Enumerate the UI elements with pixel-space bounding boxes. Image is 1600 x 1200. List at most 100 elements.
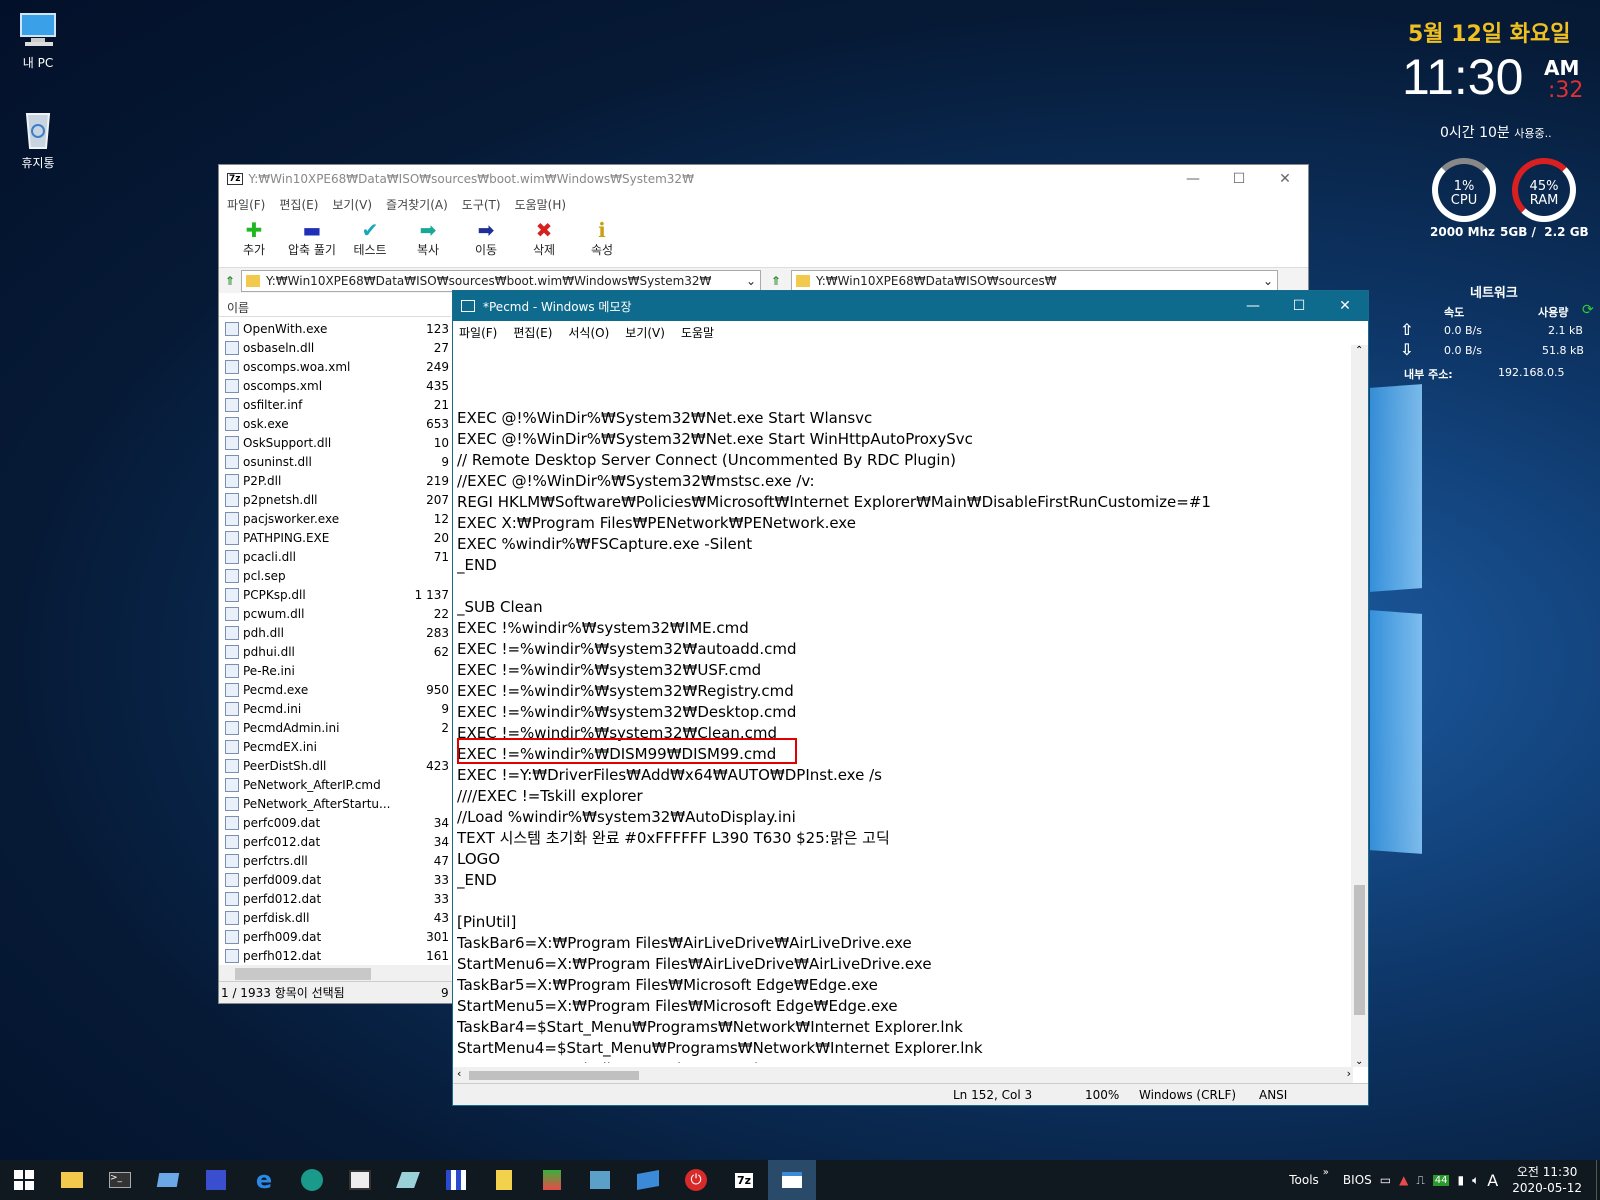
file-row[interactable]: OpenWith.exe 123 — [219, 319, 451, 338]
file-row[interactable]: perfctrs.dll 47 — [219, 851, 451, 870]
close-button[interactable]: ✕ — [1322, 292, 1368, 320]
ime-indicator[interactable]: A — [1487, 1171, 1498, 1190]
file-row[interactable]: PecmdAdmin.ini 2 — [219, 718, 451, 737]
file-row[interactable]: perfh012.dat 161 — [219, 946, 451, 965]
refresh-icon[interactable]: ⟳ — [1582, 302, 1594, 318]
close-button[interactable]: ✕ — [1262, 165, 1308, 193]
menu-format[interactable]: 서식(O) — [568, 324, 609, 341]
menu-edit[interactable]: 편집(E) — [279, 196, 318, 213]
menu-tools[interactable]: 도구(T) — [462, 196, 501, 213]
scroll-right-icon[interactable]: › — [1347, 1067, 1351, 1080]
taskbar-network[interactable] — [576, 1160, 624, 1200]
file-list[interactable]: OpenWith.exe 123 osbaseln.dll 27 oscomps.woa… — [219, 319, 451, 1009]
tray-clock[interactable]: 오전 11:30 2020-05-12 — [1512, 1164, 1582, 1196]
file-row[interactable]: perfdisk.dll 43 — [219, 908, 451, 927]
warning-icon[interactable]: ▲ — [1399, 1173, 1408, 1187]
menu-file[interactable]: 파일(F) — [227, 196, 265, 213]
taskbar-registry[interactable] — [528, 1160, 576, 1200]
tools-toolbar[interactable]: Tools — [1289, 1173, 1319, 1187]
file-row[interactable]: pdhui.dll 62 — [219, 642, 451, 661]
file-row[interactable]: PATHPING.EXE 20 — [219, 528, 451, 547]
file-row[interactable]: PecmdEX.ini — [219, 737, 451, 756]
menu-edit[interactable]: 편집(E) — [513, 324, 552, 341]
file-row[interactable]: osfilter.inf 21 — [219, 395, 451, 414]
extract-button[interactable]: ▬ 압축 풀기 — [283, 215, 341, 267]
maximize-button[interactable]: ☐ — [1216, 165, 1262, 193]
chevron-down-icon[interactable]: ⌄ — [746, 274, 756, 288]
file-row[interactable]: PeNetwork_AfterIP.cmd — [219, 775, 451, 794]
file-row[interactable]: pcwum.dll 22 — [219, 604, 451, 623]
file-row[interactable]: pacjsworker.exe 12 — [219, 509, 451, 528]
menu-help[interactable]: 도움말 — [681, 324, 714, 341]
file-row[interactable]: PeerDistSh.dll 423 — [219, 756, 451, 775]
file-row[interactable]: perfd009.dat 33 — [219, 870, 451, 889]
minimize-button[interactable]: — — [1230, 292, 1276, 320]
add-button[interactable]: ✚ 추가 — [225, 215, 283, 267]
taskbar-save-disk[interactable] — [192, 1160, 240, 1200]
address-bar-left[interactable]: Y:₩Win10XPE68₩Data₩ISO₩sources₩boot.wim₩… — [241, 269, 761, 292]
file-row[interactable]: Pe-Re.ini — [219, 661, 451, 680]
battery-badge[interactable]: 44 — [1432, 1174, 1450, 1186]
address-bar-right[interactable]: Y:₩Win10XPE68₩Data₩ISO₩sources₩ ⌄ — [791, 269, 1278, 292]
file-row[interactable]: osk.exe 653 — [219, 414, 451, 433]
menu-view[interactable]: 보기(V) — [625, 324, 665, 341]
menu-help[interactable]: 도움말(H) — [515, 196, 567, 213]
desktop-icon-my-pc[interactable]: 내 PC — [0, 10, 76, 71]
taskbar-monitor[interactable] — [144, 1160, 192, 1200]
up-folder-icon[interactable]: ⇑ — [219, 274, 241, 288]
test-button[interactable]: ✔ 테스트 — [341, 215, 399, 267]
scroll-thumb[interactable] — [235, 968, 371, 980]
menu-view[interactable]: 보기(V) — [332, 196, 372, 213]
taskbar-eraser[interactable] — [384, 1160, 432, 1200]
bios-label[interactable]: BIOS — [1343, 1173, 1372, 1187]
text-editor[interactable]: EXEC @!%WinDir%₩System32₩Net.exe Start W… — [457, 345, 1347, 1063]
signal-icon[interactable]: ▮ — [1457, 1173, 1464, 1187]
taskbar-power[interactable]: ⏻ — [672, 1160, 720, 1200]
file-row[interactable]: osbaseln.dll 27 — [219, 338, 451, 357]
file-row[interactable]: oscomps.woa.xml 249 — [219, 357, 451, 376]
scroll-thumb[interactable] — [1354, 885, 1365, 1015]
taskbar-terminal[interactable]: >_ — [96, 1160, 144, 1200]
desktop-icon-recycle-bin[interactable]: 휴지통 — [0, 110, 76, 171]
copy-button[interactable]: ➡ 복사 — [399, 215, 457, 267]
properties-button[interactable]: ℹ 속성 — [573, 215, 631, 267]
file-row[interactable]: perfd012.dat 33 — [219, 889, 451, 908]
file-row[interactable]: oscomps.xml 435 — [219, 376, 451, 395]
file-row[interactable]: osuninst.dll 9 — [219, 452, 451, 471]
file-row[interactable]: P2P.dll 219 — [219, 471, 451, 490]
notepad-window[interactable]: *Pecmd - Windows 메모장 — ☐ ✕ 파일(F) 편집(E) 서… — [452, 290, 1369, 1106]
maximize-button[interactable]: ☐ — [1276, 292, 1322, 320]
toolbar-expand-icon[interactable]: » — [1323, 1167, 1329, 1178]
delete-button[interactable]: ✖ 삭제 — [515, 215, 573, 267]
file-row[interactable]: pdh.dll 283 — [219, 623, 451, 642]
file-row[interactable]: perfc012.dat 34 — [219, 832, 451, 851]
show-desktop-button[interactable] — [1596, 1160, 1600, 1200]
file-row[interactable]: perfc009.dat 34 — [219, 813, 451, 832]
notepad-titlebar[interactable]: *Pecmd - Windows 메모장 — ☐ ✕ — [453, 291, 1368, 321]
usb-icon[interactable]: ⎍ — [1416, 1173, 1424, 1188]
taskbar-file[interactable] — [480, 1160, 528, 1200]
taskbar-keyboard[interactable] — [336, 1160, 384, 1200]
file-row[interactable]: PeNetwork_AfterStartu... — [219, 794, 451, 813]
scroll-left-icon[interactable]: ‹ — [457, 1067, 461, 1080]
file-row[interactable]: Pecmd.exe 950 — [219, 680, 451, 699]
file-row[interactable]: Pecmd.ini 9 — [219, 699, 451, 718]
menu-file[interactable]: 파일(F) — [459, 324, 497, 341]
minimize-button[interactable]: — — [1170, 165, 1216, 193]
vertical-scrollbar[interactable]: ⌃ ⌄ — [1351, 345, 1368, 1067]
taskbar-qr-grid[interactable] — [432, 1160, 480, 1200]
start-button[interactable] — [0, 1160, 48, 1200]
file-row[interactable]: perfh009.dat 301 — [219, 927, 451, 946]
scroll-down-icon[interactable]: ⌄ — [1355, 1056, 1363, 1067]
file-row[interactable]: pcacli.dll 71 — [219, 547, 451, 566]
file-row[interactable]: PCPKsp.dll 1 137 — [219, 585, 451, 604]
file-row[interactable]: p2pnetsh.dll 207 — [219, 490, 451, 509]
scroll-up-icon[interactable]: ⌃ — [1355, 345, 1363, 356]
display-icon[interactable]: ▭ — [1380, 1173, 1391, 1187]
up-folder-icon[interactable]: ⇑ — [761, 274, 791, 288]
taskbar-package[interactable] — [624, 1160, 672, 1200]
file-row[interactable]: OskSupport.dll 10 — [219, 433, 451, 452]
column-header-name[interactable]: 이름 — [219, 295, 451, 317]
sevenzip-titlebar[interactable]: 7z Y:₩Win10XPE68₩Data₩ISO₩sources₩boot.w… — [219, 165, 1308, 193]
taskbar-edge[interactable] — [288, 1160, 336, 1200]
